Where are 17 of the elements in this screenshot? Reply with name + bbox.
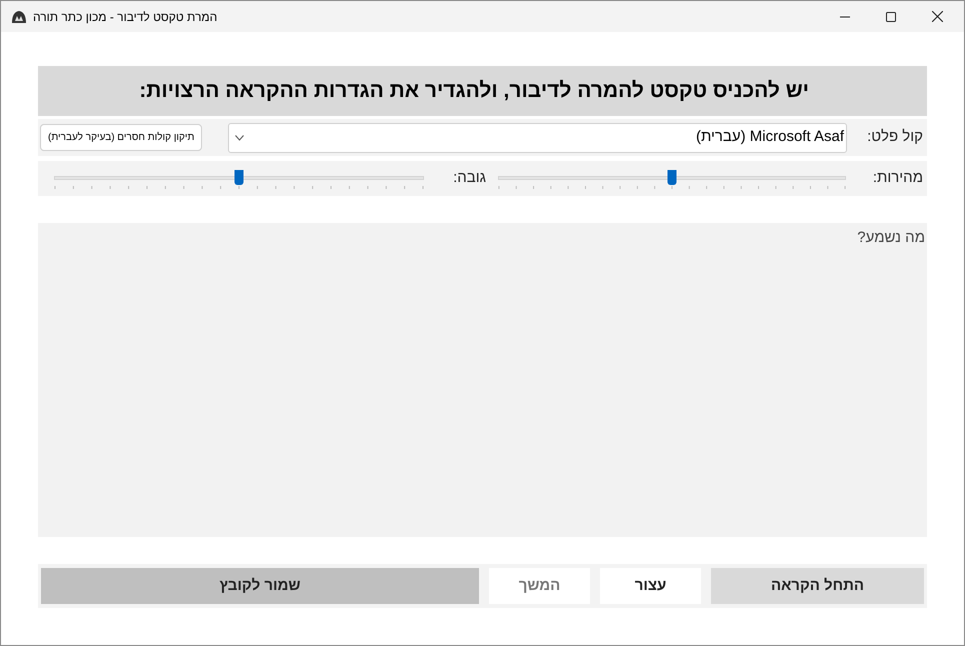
close-icon: [932, 11, 942, 22]
chevron-icon: [235, 134, 244, 140]
slider-thumb[interactable]: [234, 170, 244, 184]
action-button[interactable]: שמור לקובץ: [41, 568, 479, 604]
action-button[interactable]: התחל הקראה: [711, 568, 924, 604]
window-title: המרת טקסט לדיבור - מכון כתר תורה: [33, 8, 218, 26]
slider-thumb[interactable]: [668, 170, 676, 184]
app-icon: [11, 10, 27, 24]
voice-dropdown[interactable]: Microsoft Asaf (עברית): [228, 122, 847, 152]
heading-banner: יש להכניס טקסט להמרה לדיבור, ולהגדיר את הגדרות ההקראה הרצויות:: [38, 66, 927, 116]
slider-label: מהירות:: [872, 168, 923, 188]
maximize-icon: [886, 12, 896, 22]
voice-label: קול פלט:: [866, 127, 923, 148]
action-button[interactable]: עצור: [600, 568, 701, 604]
slider-label: גובה:: [452, 168, 486, 188]
fix-voices-button[interactable]: תיקון קולות חסרים (בעיקר לעברית): [40, 124, 202, 151]
text-input-area[interactable]: מה נשמע?: [38, 223, 927, 537]
